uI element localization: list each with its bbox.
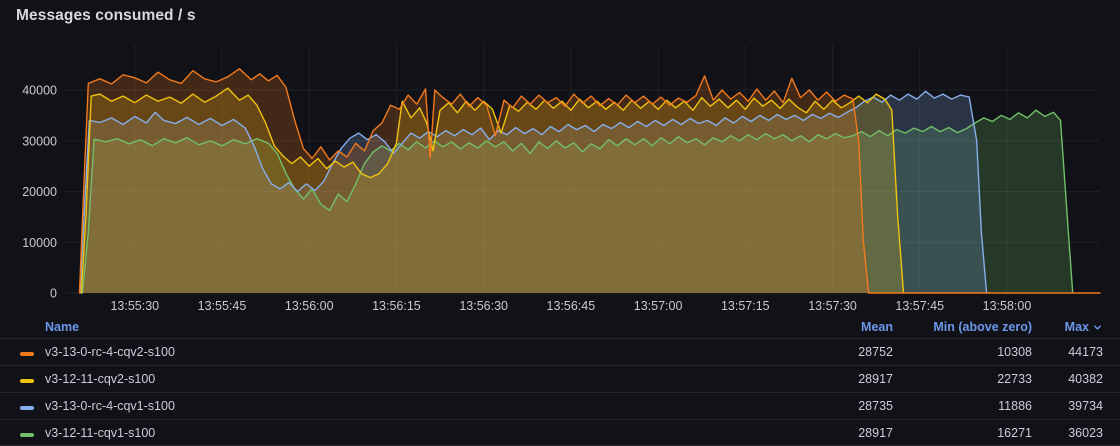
x-axis-tick-label: 13:57:45 <box>895 299 944 313</box>
series-color-swatch[interactable] <box>20 352 34 356</box>
legend-header-max-label: Max <box>1065 320 1089 334</box>
y-axis-tick-label: 40000 <box>22 84 57 98</box>
x-axis-tick-label: 13:56:45 <box>547 299 596 313</box>
series-max-value: 39734 <box>1068 399 1103 413</box>
legend-row: v3-13-0-rc-4-cqv1-s100 28735 11886 39734 <box>0 392 1120 419</box>
series-max-value: 40382 <box>1068 372 1103 386</box>
sort-desc-chevron-icon <box>1092 322 1103 333</box>
legend-row: v3-12-11-cqv2-s100 28917 22733 40382 <box>0 365 1120 392</box>
x-axis-tick-label: 13:57:00 <box>634 299 683 313</box>
x-axis-tick-label: 13:55:45 <box>198 299 247 313</box>
series-color-swatch[interactable] <box>20 406 34 410</box>
series-mean-value: 28735 <box>858 399 893 413</box>
x-axis-tick-label: 13:58:00 <box>983 299 1032 313</box>
legend-header-min[interactable]: Min (above zero) <box>933 320 1032 334</box>
series-min-value: 22733 <box>997 372 1032 386</box>
series-name[interactable]: v3-13-0-rc-4-cqv2-s100 <box>45 345 783 359</box>
series-mean-value: 28752 <box>858 345 893 359</box>
legend-header-row: Name Mean Min (above zero) Max <box>0 316 1120 338</box>
legend-rows: v3-13-0-rc-4-cqv2-s100287521030844173v3-… <box>0 338 1120 446</box>
series-mean-value: 28917 <box>858 426 893 440</box>
series-mean-value: 28917 <box>858 372 893 386</box>
series-name[interactable]: v3-12-11-cqv2-s100 <box>45 372 783 386</box>
grafana-panel: Messages consumed / s 010000200003000040… <box>0 0 1120 438</box>
series-color-swatch[interactable] <box>20 433 34 437</box>
y-axis-tick-label: 10000 <box>22 236 57 250</box>
legend-header-mean[interactable]: Mean <box>861 320 893 334</box>
legend-row: v3-12-11-cqv1-s100 28917 16271 36023 <box>0 419 1120 446</box>
legend-row: v3-13-0-rc-4-cqv2-s100 28752 10308 44173 <box>0 338 1120 365</box>
series-name[interactable]: v3-12-11-cqv1-s100 <box>45 426 783 440</box>
series-max-value: 36023 <box>1068 426 1103 440</box>
series-color-swatch[interactable] <box>20 379 34 383</box>
x-axis-tick-label: 13:56:30 <box>459 299 508 313</box>
x-axis-tick-label: 13:57:30 <box>808 299 857 313</box>
x-axis-tick-label: 13:55:30 <box>110 299 159 313</box>
chart-canvas[interactable]: 0 10000 20000 30000 40000 13:55:30 13:55:45 13:… <box>0 0 1120 316</box>
legend-table: Name Mean Min (above zero) Max v3-13-0-r… <box>0 316 1120 446</box>
y-axis-tick-label: 0 <box>50 287 57 301</box>
x-axis-tick-label: 13:57:15 <box>721 299 770 313</box>
series-name[interactable]: v3-13-0-rc-4-cqv1-s100 <box>45 399 783 413</box>
y-axis-tick-label: 30000 <box>22 134 57 148</box>
x-axis-tick-label: 13:56:00 <box>285 299 334 313</box>
series-min-value: 11886 <box>998 399 1032 413</box>
series-min-value: 16271 <box>997 426 1032 440</box>
legend-header-name[interactable]: Name <box>45 320 783 334</box>
series-min-value: 10308 <box>997 345 1032 359</box>
series-max-value: 44173 <box>1068 345 1103 359</box>
legend-header-max[interactable]: Max <box>1065 320 1103 334</box>
y-axis-tick-label: 20000 <box>22 185 57 199</box>
x-axis-tick-label: 13:56:15 <box>372 299 421 313</box>
